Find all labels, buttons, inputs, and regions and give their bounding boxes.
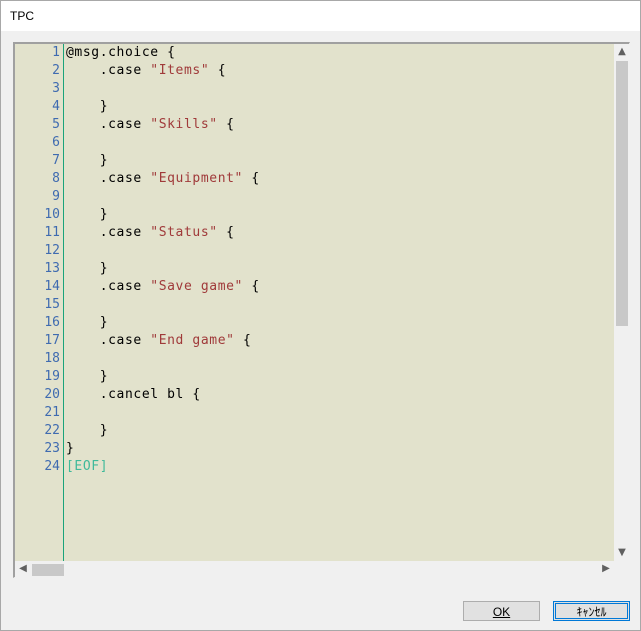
code-line: .case "End game" { [66, 333, 252, 348]
code-line: .case "Skills" { [66, 117, 235, 132]
chevron-left-icon[interactable]: ◀ [15, 561, 31, 577]
ok-button[interactable]: OK [463, 601, 540, 621]
string-literal: "Save game" [150, 279, 243, 294]
horizontal-scroll-thumb[interactable] [32, 564, 64, 576]
string-literal: "Equipment" [150, 171, 243, 186]
code-line: } [66, 99, 109, 114]
cancel-button-label: ｷｬﾝｾﾙ [576, 605, 607, 619]
line-number: 9 [52, 189, 60, 204]
code-editor[interactable]: 1 2 3 4 5 6 7 8 9 10 11 12 13 14 15 16 1… [13, 42, 630, 578]
code-line: .case "Status" { [66, 225, 235, 240]
chevron-right-icon[interactable]: ▶ [598, 561, 614, 577]
horizontal-scrollbar[interactable]: ◀ ▶ [15, 561, 614, 578]
line-number: 8 [52, 171, 60, 186]
string-literal: "Status" [150, 225, 218, 240]
line-number: 17 [44, 333, 60, 348]
line-number: 24 [44, 459, 60, 474]
ok-button-label: OK [492, 605, 511, 619]
code-line: .case "Equipment" { [66, 171, 260, 186]
code-line: [EOF] [66, 459, 108, 474]
line-number: 16 [44, 315, 60, 330]
line-number: 15 [44, 297, 60, 312]
line-number: 12 [44, 243, 60, 258]
code-line: } [66, 315, 109, 330]
title-bar: TPC [1, 1, 640, 31]
code-line: } [66, 423, 109, 438]
line-number: 3 [52, 81, 60, 96]
line-number: 18 [44, 351, 60, 366]
line-number: 1 [52, 45, 60, 60]
code-line: .cancel bl { [66, 387, 201, 402]
line-number: 13 [44, 261, 60, 276]
line-number: 5 [52, 117, 60, 132]
line-number: 23 [44, 441, 60, 456]
vertical-scroll-thumb[interactable] [616, 61, 628, 326]
line-numbers: 1 2 3 4 5 6 7 8 9 10 11 12 13 14 15 16 1… [15, 44, 60, 476]
chevron-down-icon[interactable]: ▼ [614, 545, 630, 561]
chevron-up-icon[interactable]: ▲ [614, 44, 630, 60]
line-number: 11 [44, 225, 60, 240]
code-line: } [66, 261, 109, 276]
dialog-window: TPC 1 2 3 4 5 6 7 8 9 10 11 12 13 14 15 … [0, 0, 641, 631]
line-number: 14 [44, 279, 60, 294]
string-literal: "Skills" [150, 117, 218, 132]
code-line: @msg.choice { [66, 45, 176, 60]
code-text[interactable]: @msg.choice { .case "Items" { } .case "S… [66, 44, 260, 476]
code-line: } [66, 369, 109, 384]
code-line: } [66, 441, 75, 456]
string-literal: "Items" [150, 63, 210, 78]
line-number: 2 [52, 63, 60, 78]
code-line: } [66, 207, 109, 222]
line-number: 21 [44, 405, 60, 420]
line-number: 22 [44, 423, 60, 438]
string-literal: "End game" [150, 333, 235, 348]
line-number: 6 [52, 135, 60, 150]
line-number-gutter: 1 2 3 4 5 6 7 8 9 10 11 12 13 14 15 16 1… [15, 44, 64, 561]
vertical-scrollbar[interactable]: ▲ ▼ [614, 44, 630, 561]
window-title: TPC [10, 9, 34, 23]
code-line: .case "Items" { [66, 63, 227, 78]
cancel-button[interactable]: ｷｬﾝｾﾙ [553, 601, 630, 621]
line-number: 10 [44, 207, 60, 222]
line-number: 19 [44, 369, 60, 384]
line-number: 20 [44, 387, 60, 402]
line-number: 4 [52, 99, 60, 114]
scrollbar-corner [614, 561, 630, 578]
eof-marker: [EOF] [66, 459, 109, 474]
line-number: 7 [52, 153, 60, 168]
code-line: } [66, 153, 109, 168]
code-line: .case "Save game" { [66, 279, 260, 294]
